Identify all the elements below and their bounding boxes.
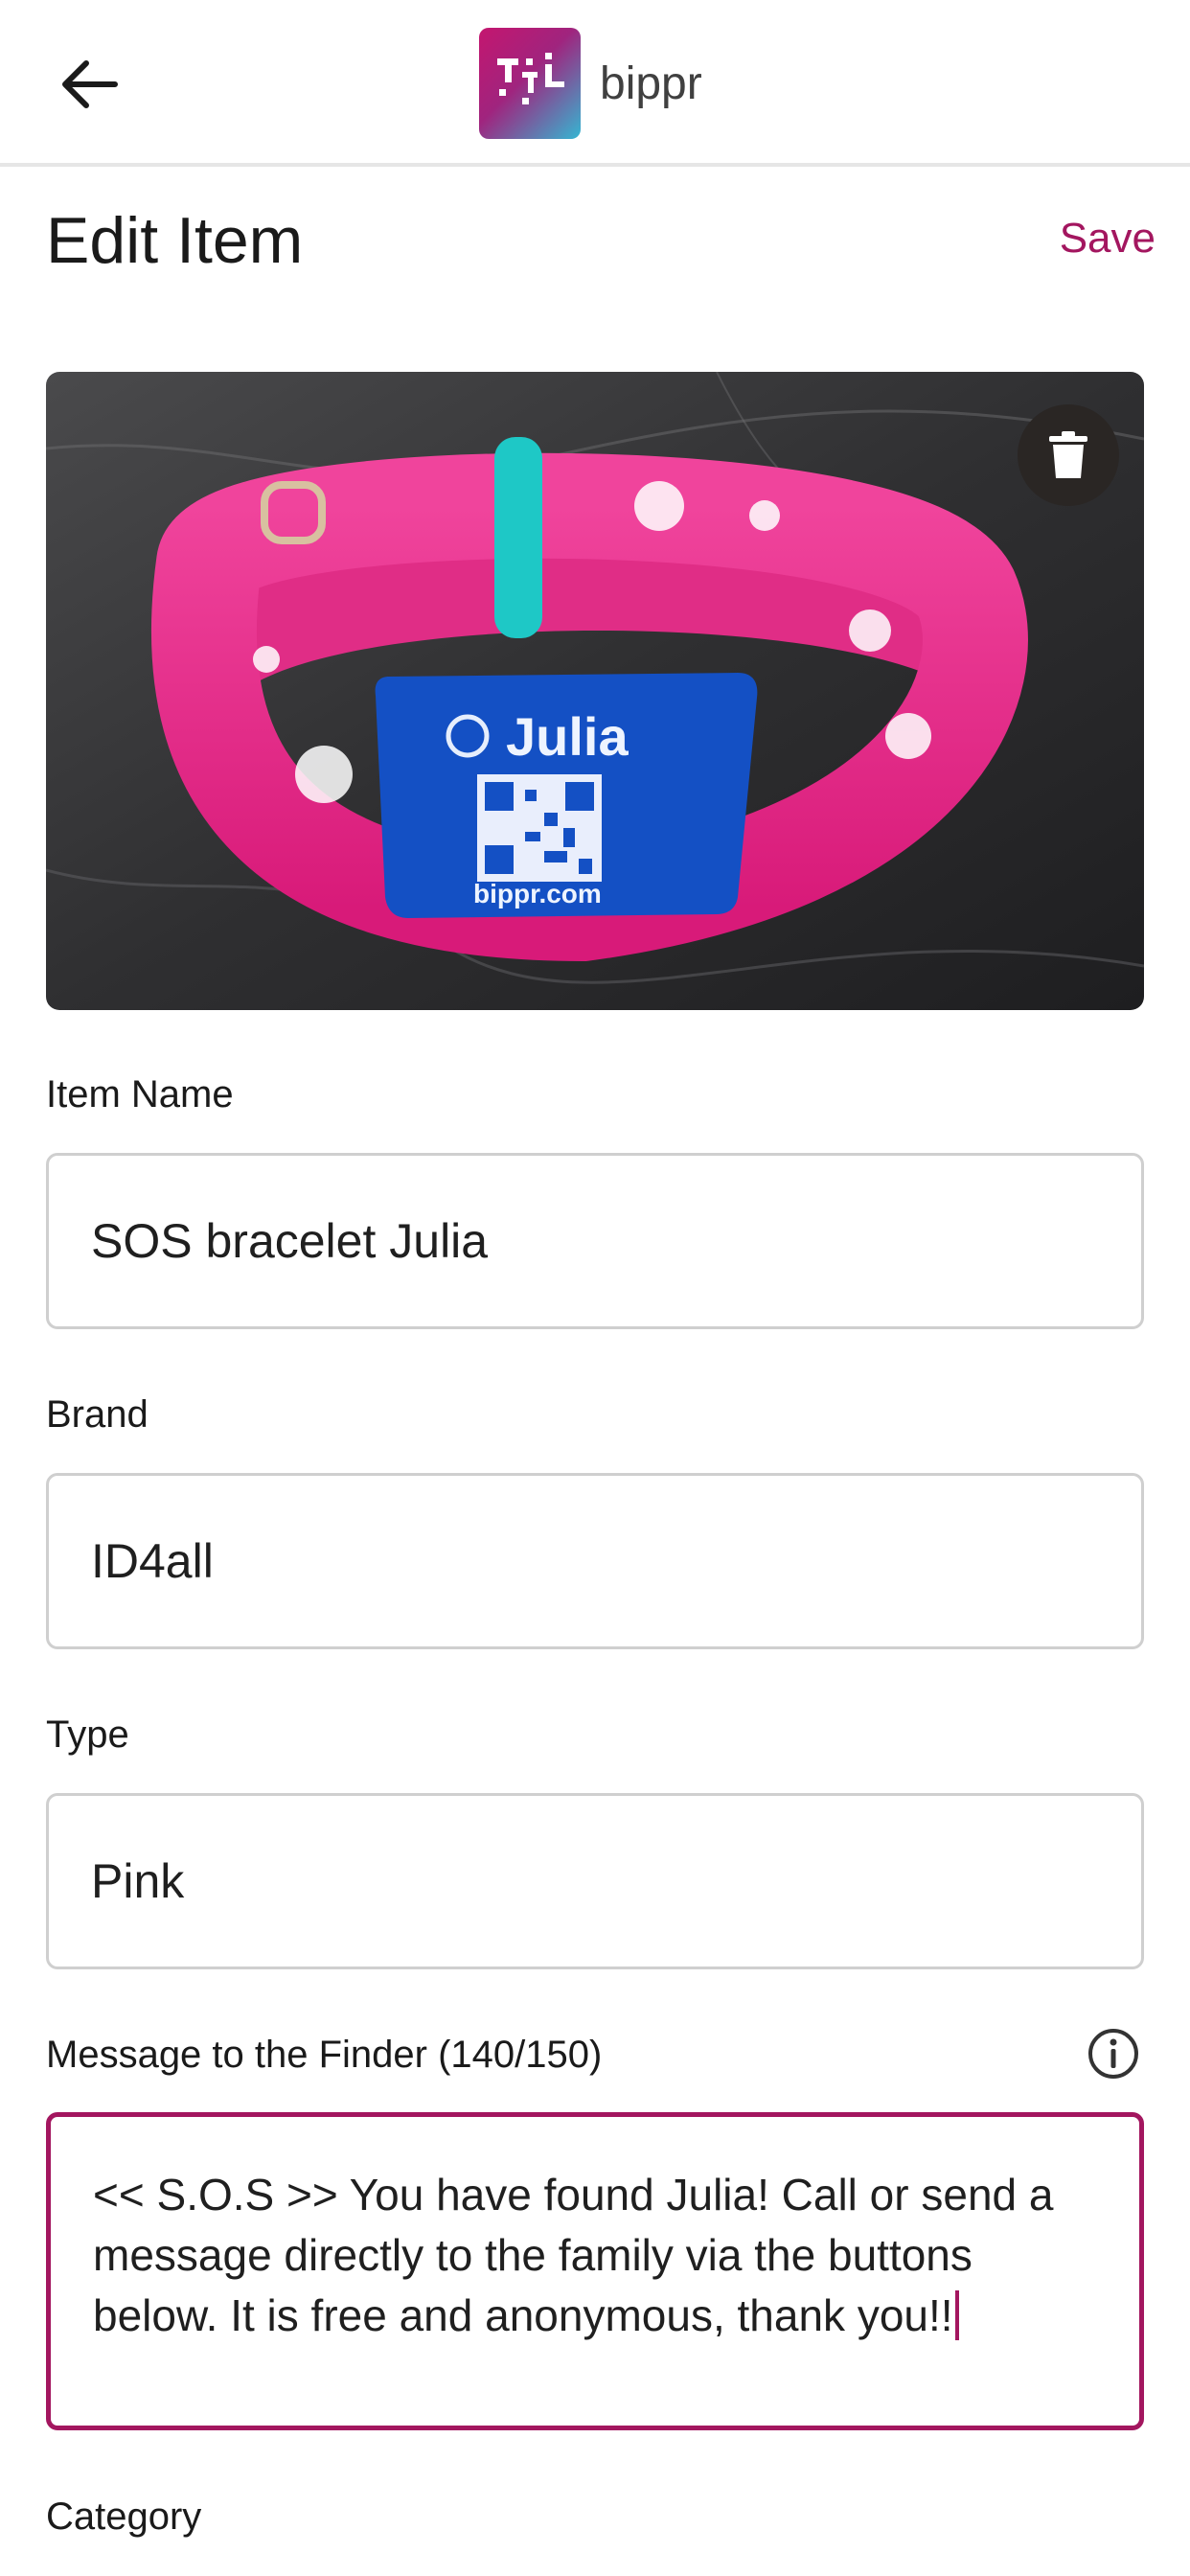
type-label: Type — [46, 1714, 129, 1756]
text-cursor — [954, 2290, 959, 2340]
back-button[interactable] — [54, 48, 126, 121]
message-textarea[interactable]: << S.O.S >> You have found Julia! Call o… — [46, 2112, 1144, 2430]
item-name-label: Item Name — [46, 1073, 234, 1116]
type-input[interactable] — [46, 1793, 1144, 1969]
page-title: Edit Item — [46, 204, 304, 277]
top-app-bar: bippr — [0, 0, 1190, 167]
trash-icon — [1049, 431, 1087, 478]
save-button[interactable]: Save — [1060, 215, 1156, 263]
message-info-button[interactable] — [1087, 2028, 1139, 2080]
brand-name: bippr — [600, 58, 702, 109]
app-logo: bippr — [479, 27, 702, 140]
arrow-left-icon — [62, 60, 118, 108]
message-label: Message to the Finder (140/150) — [46, 2034, 603, 2076]
brand-label: Brand — [46, 1393, 149, 1436]
item-photo[interactable]: Julia bippr.com — [46, 372, 1144, 1010]
delete-photo-button[interactable] — [1018, 404, 1119, 506]
info-icon — [1088, 2029, 1138, 2079]
bippr-logo-icon — [479, 28, 581, 139]
tag-url-text: bippr.com — [473, 879, 602, 908]
tag-name-text: Julia — [506, 706, 629, 767]
message-text: << S.O.S >> You have found Julia! Call o… — [93, 2170, 1054, 2340]
brand-input[interactable] — [46, 1473, 1144, 1649]
category-label: Category — [46, 2496, 202, 2538]
item-name-input[interactable] — [46, 1153, 1144, 1329]
